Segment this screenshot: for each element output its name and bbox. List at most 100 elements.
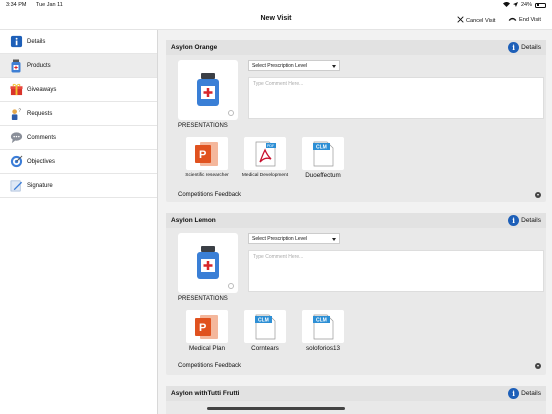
- comment-placeholder: Type Comment Here...: [253, 254, 304, 260]
- details-label: Details: [521, 390, 541, 397]
- sidebar-item-label: Products: [27, 62, 51, 69]
- competitions-feedback-label: Competitions Feedback: [178, 192, 242, 198]
- phone-hangup-icon: [508, 16, 517, 24]
- gift-icon: [9, 83, 23, 97]
- chevron-down-icon: [332, 65, 336, 68]
- prescription-level-select[interactable]: Select Prescription Level: [248, 60, 340, 71]
- competitions-feedback-label: Competitions Feedback: [178, 363, 242, 369]
- details-button[interactable]: i Details: [508, 215, 541, 226]
- presentations-list: P Scientific researcher PDF Medical Deve…: [178, 137, 352, 179]
- info-icon: i: [508, 388, 520, 399]
- signature-icon: [9, 179, 23, 193]
- sidebar-item-requests[interactable]: ? Requests: [0, 102, 157, 126]
- status-date: Tue Jan 11: [35, 2, 63, 8]
- sidebar-item-giveaways[interactable]: Giveaways: [0, 78, 157, 102]
- product-image[interactable]: [178, 60, 238, 120]
- sidebar-item-label: Comments: [27, 134, 57, 141]
- presentation-item[interactable]: PDF Medical Development: [236, 137, 294, 179]
- product-name: Asylon withTutti Frutti: [171, 390, 240, 397]
- product-name: Asylon Orange: [171, 44, 218, 51]
- presentation-item[interactable]: CLM soloforios13: [294, 310, 352, 352]
- svg-text:CLM: CLM: [316, 317, 327, 323]
- end-visit-button[interactable]: End Visit: [508, 16, 541, 24]
- pdf-icon: PDF: [244, 137, 286, 170]
- comment-field[interactable]: Type Comment Here...: [248, 77, 544, 119]
- navbar: New Visit Cancel Visit End Visit: [0, 10, 552, 30]
- ppt-icon: P: [186, 310, 228, 343]
- bottle-icon: [197, 73, 219, 106]
- bottle-icon: [9, 59, 23, 73]
- prescription-level-value: Select Prescription Level: [252, 62, 308, 69]
- sidebar-item-signature[interactable]: Signature: [0, 174, 157, 198]
- status-right: 24%: [502, 1, 546, 9]
- sidebar-item-label: Details: [27, 38, 46, 45]
- location-icon: [512, 1, 518, 9]
- prescription-level-select[interactable]: Select Prescription Level: [248, 233, 340, 244]
- end-visit-label: End Visit: [519, 17, 541, 23]
- competitions-feedback-row[interactable]: Competitions Feedback: [178, 363, 541, 369]
- request-icon: ?: [9, 107, 23, 121]
- info-icon: i: [508, 42, 520, 53]
- battery-percent: 24%: [520, 2, 532, 8]
- comment-icon: [9, 131, 23, 145]
- presentation-title: Medical Development: [241, 173, 289, 178]
- product-name: Asylon Lemon: [171, 217, 216, 224]
- cancel-visit-label: Cancel Visit: [466, 17, 496, 24]
- sidebar-item-comments[interactable]: Comments: [0, 126, 157, 150]
- clm-icon: CLM: [244, 310, 286, 343]
- comment-field[interactable]: Type Comment Here...: [248, 250, 544, 292]
- clm-icon: CLM: [302, 137, 344, 170]
- comment-placeholder: Type Comment Here...: [253, 81, 304, 87]
- competitions-feedback-row[interactable]: Competitions Feedback: [178, 192, 541, 198]
- close-icon: [457, 16, 464, 25]
- details-label: Details: [521, 217, 541, 224]
- sidebar-item-label: Giveaways: [27, 86, 57, 93]
- presentation-title: Medical Plan: [188, 345, 226, 352]
- details-button[interactable]: i Details: [508, 388, 541, 399]
- select-circle-icon[interactable]: [228, 283, 234, 289]
- sidebar-item-products[interactable]: Products: [0, 54, 157, 78]
- product-card-header: Asylon Orange i Details: [166, 40, 546, 55]
- sidebar-item-label: Requests: [27, 110, 53, 117]
- svg-text:?: ?: [18, 108, 21, 113]
- svg-text:PDF: PDF: [267, 144, 275, 148]
- status-bar: 3:34 PM Tue Jan 11 24%: [0, 0, 552, 10]
- sidebar: Details Products Giveaways ? Requests Co…: [0, 30, 158, 414]
- svg-text:CLM: CLM: [258, 317, 269, 323]
- presentation-item[interactable]: CLM Duoeffectum: [294, 137, 352, 179]
- products-panel: Asylon Orange i Details Select Prescript…: [158, 30, 552, 414]
- presentations-label: PRESENTATIONS: [178, 123, 228, 129]
- presentation-item[interactable]: P Medical Plan: [178, 310, 236, 352]
- bottle-icon: [197, 246, 219, 279]
- product-card-header: Asylon Lemon i Details: [166, 213, 546, 228]
- presentations-list: P Medical Plan CLM Corntears CLM solofor…: [178, 310, 352, 352]
- product-image[interactable]: [178, 233, 238, 293]
- svg-text:CLM: CLM: [316, 144, 327, 150]
- details-button[interactable]: i Details: [508, 42, 541, 53]
- chevron-down-icon: [332, 238, 336, 241]
- ppt-icon: P: [186, 137, 228, 170]
- objective-icon: [9, 155, 23, 169]
- presentations-label: PRESENTATIONS: [178, 296, 228, 302]
- chevron-down-icon: [535, 192, 541, 198]
- svg-text:P: P: [199, 322, 206, 334]
- presentation-title: Corntears: [251, 345, 279, 352]
- clm-icon: CLM: [302, 310, 344, 343]
- info-icon: [9, 35, 23, 49]
- presentation-item[interactable]: P Scientific researcher: [178, 137, 236, 179]
- product-card: Asylon Lemon i Details Select Prescripti…: [166, 213, 546, 375]
- sidebar-item-details[interactable]: Details: [0, 30, 157, 54]
- presentation-title: Scientific researcher: [185, 173, 229, 178]
- sidebar-item-objectives[interactable]: Objectives: [0, 150, 157, 174]
- product-card-header: Asylon withTutti Frutti i Details: [166, 386, 546, 401]
- sidebar-item-label: Signature: [27, 182, 53, 189]
- select-circle-icon[interactable]: [228, 110, 234, 116]
- status-left: 3:34 PM Tue Jan 11: [6, 2, 71, 8]
- presentation-item[interactable]: CLM Corntears: [236, 310, 294, 352]
- cancel-visit-button[interactable]: Cancel Visit: [457, 16, 495, 25]
- wifi-icon: [502, 1, 510, 9]
- presentation-title: soloforios13: [306, 345, 340, 352]
- product-card: Asylon Orange i Details Select Prescript…: [166, 40, 546, 202]
- home-indicator[interactable]: [207, 407, 345, 410]
- sidebar-item-label: Objectives: [27, 158, 56, 165]
